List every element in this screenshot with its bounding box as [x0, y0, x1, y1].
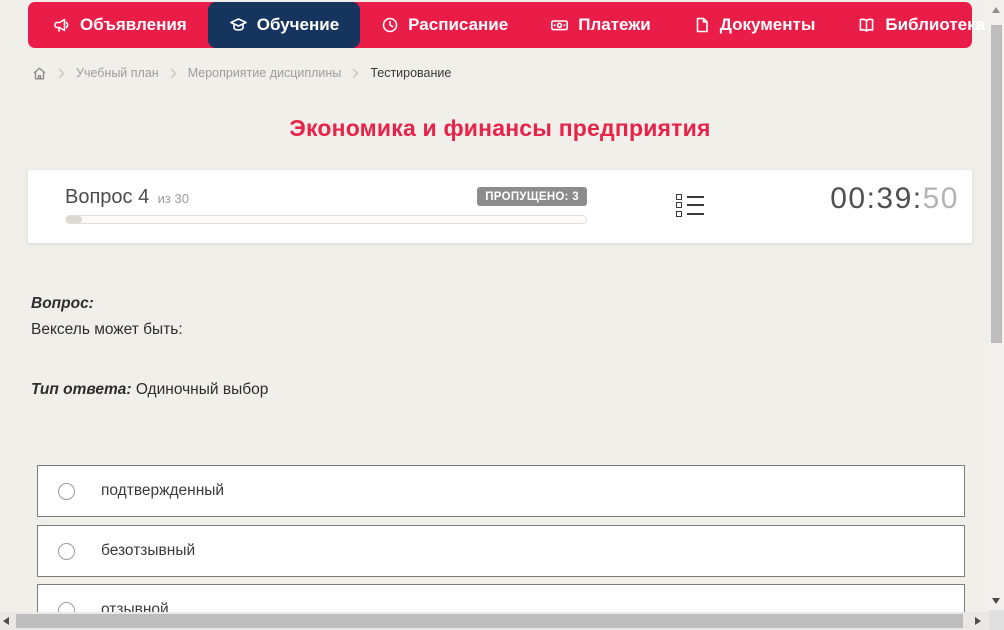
timer-hours-minutes: 00:39:: [830, 182, 923, 215]
question-label: Вопрос:: [31, 295, 94, 312]
progress-bar: [65, 215, 587, 224]
list-icon-row: [676, 193, 704, 200]
breadcrumb-link-discipline-event[interactable]: Мероприятие дисциплины: [188, 66, 342, 80]
question-text: Вексель может быть:: [31, 321, 183, 338]
nav-item-label: Обучение: [256, 15, 340, 34]
document-icon: [693, 16, 711, 34]
breadcrumb-separator-icon: [58, 68, 65, 79]
graduation-cap-icon: [229, 16, 248, 34]
answer-option-label: подтвержденный: [101, 482, 225, 499]
question-block: Вопрос: Вексель может быть: Тип ответа: …: [31, 291, 931, 403]
answer-type-value: Одиночный выбор: [135, 381, 269, 398]
answer-type-label: Тип ответа:: [31, 381, 132, 398]
nav-item-library[interactable]: Библиотека: [836, 2, 1004, 48]
horizontal-scrollbar[interactable]: [0, 612, 989, 630]
page-title: Экономика и финансы предприятия: [289, 115, 711, 141]
question-progress-row: Вопрос 4 из 30 ПРОПУЩЕНО: 3: [65, 186, 587, 209]
nav-item-label: Документы: [719, 15, 816, 34]
vertical-scrollbar-thumb[interactable]: [991, 25, 1002, 343]
nav-item-schedule[interactable]: Расписание: [360, 2, 529, 48]
question-number-label: Вопрос 4: [65, 186, 150, 208]
nav-item-label: Платежи: [578, 15, 651, 34]
list-icon-row: [676, 202, 704, 209]
timer-seconds: 50: [922, 182, 959, 215]
nav-item-payments[interactable]: Платежи: [529, 2, 672, 48]
progress-fill: [66, 216, 82, 223]
question-header-card: Вопрос 4 из 30 ПРОПУЩЕНО: 3 00:39:50: [28, 170, 972, 243]
scroll-down-arrow-icon[interactable]: [992, 598, 1000, 604]
nav-item-label: Расписание: [408, 15, 509, 34]
answer-type-line: Тип ответа: Одиночный выбор: [31, 377, 931, 403]
question-total-label: из 30: [157, 191, 189, 206]
megaphone-icon: [53, 16, 71, 34]
test-page: Объявления Обучение Расписание Платежи Д…: [0, 0, 1004, 630]
horizontal-scrollbar-thumb[interactable]: [16, 614, 963, 628]
question-number: Вопрос 4 из 30: [65, 186, 189, 209]
radio-button[interactable]: [58, 542, 75, 560]
nav-item-announcements[interactable]: Объявления: [32, 2, 208, 48]
breadcrumb-separator-icon: [170, 68, 177, 79]
book-icon: [857, 16, 876, 34]
breadcrumb-current: Тестирование: [370, 66, 452, 80]
scrollbar-corner: [989, 610, 1004, 630]
breadcrumb-separator-icon: [352, 68, 359, 79]
banknote-icon: [550, 16, 569, 34]
answer-option[interactable]: подтвержденный: [37, 465, 965, 517]
scroll-up-arrow-icon[interactable]: [992, 7, 1000, 13]
skipped-badge: ПРОПУЩЕНО: 3: [477, 187, 587, 206]
nav-item-label: Библиотека: [885, 15, 986, 34]
question-label-line: Вопрос:: [31, 291, 931, 317]
answer-option-label: безотзывный: [101, 542, 196, 559]
clock-icon: [381, 16, 399, 34]
radio-button[interactable]: [58, 482, 75, 500]
home-icon[interactable]: [32, 66, 47, 81]
timer: 00:39:50: [830, 182, 959, 216]
vertical-scrollbar[interactable]: [989, 0, 1004, 630]
main-nav: Объявления Обучение Расписание Платежи Д…: [28, 2, 1004, 48]
scroll-left-arrow-icon[interactable]: [3, 617, 9, 625]
answer-option[interactable]: безотзывный: [37, 525, 965, 577]
nav-item-training[interactable]: Обучение: [207, 2, 361, 48]
nav-item-documents[interactable]: Документы: [672, 2, 837, 48]
question-list-icon[interactable]: [674, 191, 706, 219]
nav-item-label: Объявления: [80, 15, 187, 34]
scroll-right-arrow-icon[interactable]: [975, 617, 981, 625]
breadcrumb: Учебный план Мероприятие дисциплины Тест…: [32, 63, 451, 83]
breadcrumb-link-curriculum[interactable]: Учебный план: [76, 66, 159, 80]
list-icon-row: [676, 210, 704, 217]
